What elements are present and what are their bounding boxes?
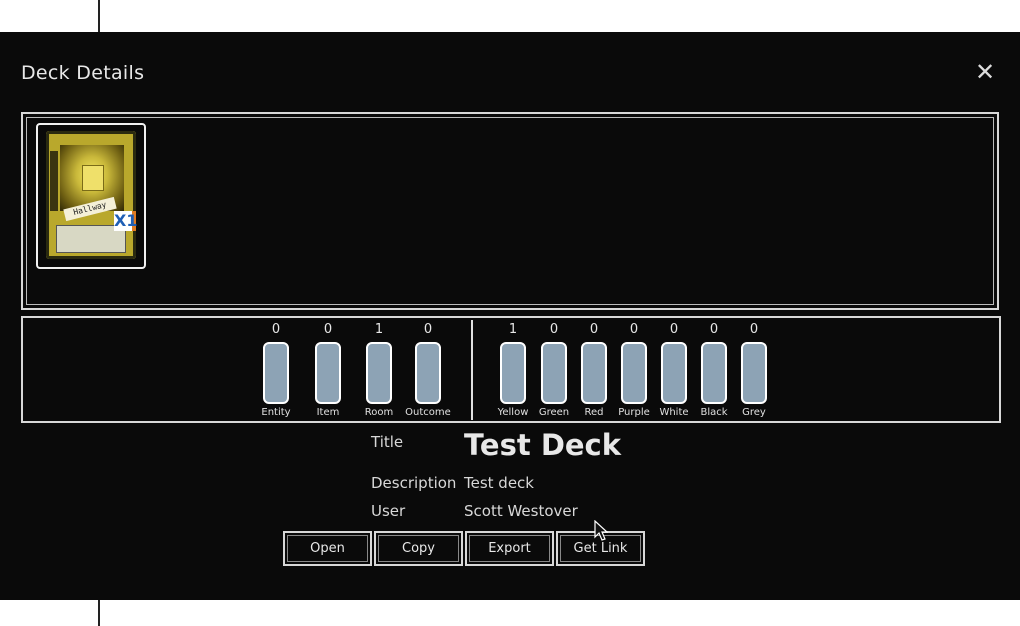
stat-label: Grey bbox=[742, 407, 766, 418]
user-label: User bbox=[371, 502, 406, 520]
stat-count: 1 bbox=[374, 322, 384, 337]
stat-bar bbox=[741, 342, 767, 404]
deck-stats-panel: 0 Entity 0 Item 1 Room 0 Outcome 1 Yello… bbox=[21, 316, 1001, 423]
stat-label: Item bbox=[316, 407, 340, 418]
deck-cards-panel: Hallway X1 bbox=[21, 112, 999, 310]
card-count-badge: X1 bbox=[114, 211, 138, 231]
background-divider bbox=[98, 600, 100, 626]
user-value: Scott Westover bbox=[464, 502, 578, 520]
stat-bar bbox=[621, 342, 647, 404]
stat-count: 0 bbox=[323, 322, 333, 337]
export-button[interactable]: Export bbox=[465, 531, 554, 566]
stat-count: 0 bbox=[271, 322, 281, 337]
stat-bar bbox=[701, 342, 727, 404]
deck-title: Test Deck bbox=[464, 428, 622, 462]
stat-outcome: 0 Outcome bbox=[400, 322, 456, 418]
stat-grey: 0 Grey bbox=[726, 322, 782, 418]
stats-divider bbox=[471, 320, 473, 420]
stat-bar bbox=[315, 342, 341, 404]
stat-room: 1 Room bbox=[351, 322, 407, 418]
stat-bar bbox=[415, 342, 441, 404]
stat-bar bbox=[541, 342, 567, 404]
close-icon[interactable]: ✕ bbox=[974, 60, 996, 84]
stat-label: Entity bbox=[261, 407, 291, 418]
stat-bar bbox=[581, 342, 607, 404]
copy-button[interactable]: Copy bbox=[374, 531, 463, 566]
stat-bar bbox=[366, 342, 392, 404]
deck-card[interactable]: Hallway X1 bbox=[36, 123, 146, 269]
background-divider bbox=[98, 0, 100, 32]
card-artwork: Hallway bbox=[46, 131, 136, 259]
mouse-cursor-icon bbox=[594, 520, 608, 541]
title-label: Title bbox=[371, 433, 404, 451]
stat-bar bbox=[661, 342, 687, 404]
description-label: Description bbox=[371, 474, 457, 492]
open-button[interactable]: Open bbox=[283, 531, 372, 566]
description-value: Test deck bbox=[464, 474, 534, 492]
stat-bar bbox=[500, 342, 526, 404]
stat-bar bbox=[263, 342, 289, 404]
deck-details-modal: Deck Details ✕ Hallway X1 0 Entity 0 Ite… bbox=[0, 32, 1020, 600]
stat-item: 0 Item bbox=[300, 322, 356, 418]
stat-entity: 0 Entity bbox=[248, 322, 304, 418]
modal-title: Deck Details bbox=[21, 62, 145, 84]
stat-count: 0 bbox=[423, 322, 433, 337]
stat-label: Outcome bbox=[405, 407, 451, 418]
stat-count: 0 bbox=[749, 322, 759, 337]
stat-label: Room bbox=[364, 407, 394, 418]
